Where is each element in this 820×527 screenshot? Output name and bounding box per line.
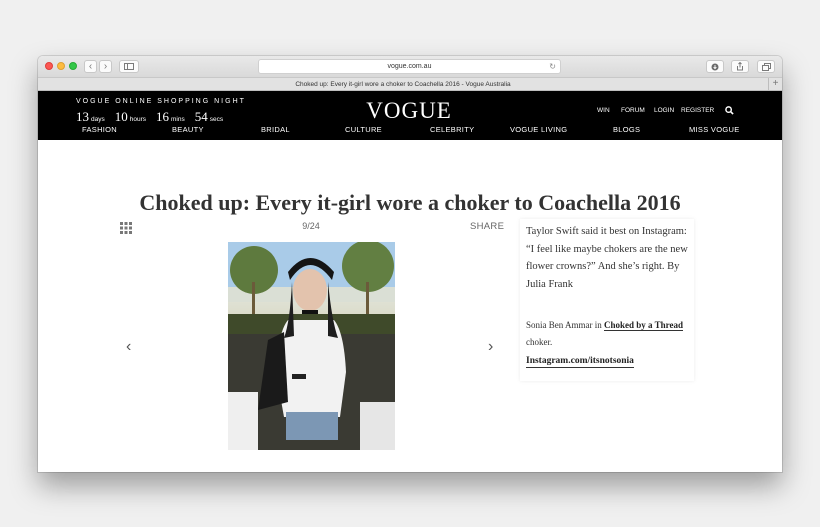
caption-panel: Taylor Swift said it best on Instagram: … — [520, 219, 694, 381]
article-title: Choked up: Every it-girl wore a choker t… — [139, 190, 681, 215]
search-icon[interactable] — [725, 106, 734, 115]
countdown-days-value: 13 — [76, 109, 89, 124]
back-button[interactable]: ‹ — [84, 60, 97, 73]
share-icon — [737, 62, 743, 71]
close-window-button[interactable] — [45, 62, 53, 70]
tab-bar: Choked up: Every it-girl wore a choker t… — [38, 77, 782, 91]
nav-item-blogs[interactable]: BLOGS — [613, 125, 640, 134]
forward-button[interactable]: › — [99, 60, 112, 73]
url-text: vogue.com.au — [387, 63, 432, 70]
util-link-forum[interactable]: FORUM — [621, 107, 645, 114]
util-link-win[interactable]: WIN — [597, 107, 610, 114]
new-tab-button[interactable]: + — [768, 78, 782, 91]
countdown-mins-value: 16 — [156, 109, 169, 124]
downloads-button[interactable] — [706, 60, 724, 73]
sidebar-toggle-button[interactable] — [119, 60, 139, 73]
countdown-timer: 13 days 10 hours 16 mins 54 secs — [76, 109, 233, 125]
tabs-overview-button[interactable] — [757, 60, 775, 73]
credit-prefix: Sonia Ben Ammar in — [526, 320, 602, 330]
gallery-photo — [228, 242, 395, 450]
nav-item-bridal[interactable]: BRIDAL — [261, 125, 290, 134]
previous-slide-button[interactable]: ‹ — [126, 338, 131, 356]
util-link-login[interactable]: LOGIN — [654, 107, 674, 114]
share-button[interactable]: SHARE — [470, 221, 504, 232]
address-bar[interactable]: vogue.com.au ↻ — [258, 59, 561, 74]
next-slide-button[interactable]: › — [488, 338, 493, 356]
sidebar-icon — [124, 63, 134, 70]
share-browser-button[interactable] — [731, 60, 749, 73]
choked-by-a-thread-link[interactable]: Choked by a Thread — [604, 320, 683, 331]
countdown-days-unit: days — [91, 116, 105, 123]
chevron-right-icon: › — [103, 60, 108, 72]
chevron-left-icon: ‹ — [88, 60, 93, 72]
credit-suffix: choker. — [526, 337, 553, 347]
countdown-mins-unit: mins — [171, 116, 185, 123]
reload-icon[interactable]: ↻ — [549, 60, 556, 73]
zoom-window-button[interactable] — [69, 62, 77, 70]
browser-toolbar: ‹ › vogue.com.au ↻ — [38, 56, 782, 77]
countdown-hours-value: 10 — [114, 109, 128, 124]
nav-item-celebrity[interactable]: CELEBRITY — [430, 125, 474, 134]
active-tab[interactable]: Choked up: Every it-girl wore a choker t… — [38, 78, 768, 91]
tabs-icon — [761, 62, 771, 71]
minimize-window-button[interactable] — [57, 62, 65, 70]
caption-quote: Taylor Swift said it best on Instagram: … — [526, 226, 688, 290]
instagram-link[interactable]: Instagram.com/itsnotsonia — [526, 355, 634, 368]
util-link-register[interactable]: REGISTER — [681, 107, 714, 114]
promo-heading[interactable]: VOGUE ONLINE SHOPPING NIGHT — [76, 98, 246, 105]
vogue-logo[interactable]: VOGUE — [364, 98, 454, 124]
countdown-secs-value: 54 — [194, 109, 208, 124]
nav-item-fashion[interactable]: FASHION — [82, 125, 117, 134]
caption-credit: Sonia Ben Ammar in Choked by a Thread ch… — [526, 317, 690, 351]
browser-window: ‹ › vogue.com.au ↻ Choked up: Every it-g… — [38, 56, 782, 472]
countdown-secs-unit: secs — [209, 116, 224, 123]
article-content: Choked up: Every it-girl wore a choker t… — [38, 140, 782, 472]
nav-item-culture[interactable]: CULTURE — [345, 125, 382, 134]
photo-illustration — [228, 242, 395, 450]
nav-item-miss-vogue[interactable]: MISS VOGUE — [689, 125, 740, 134]
plus-icon: + — [772, 78, 779, 89]
download-icon — [711, 63, 719, 70]
countdown-hours-unit: hours — [129, 116, 146, 123]
site-header: VOGUE ONLINE SHOPPING NIGHT 13 days 10 hou… — [38, 91, 782, 140]
slide-counter: 9/24 — [302, 221, 320, 231]
nav-item-vogue-living[interactable]: VOGUE LIVING — [510, 125, 567, 134]
grid-view-icon[interactable] — [120, 222, 132, 234]
nav-item-beauty[interactable]: BEAUTY — [172, 125, 204, 134]
